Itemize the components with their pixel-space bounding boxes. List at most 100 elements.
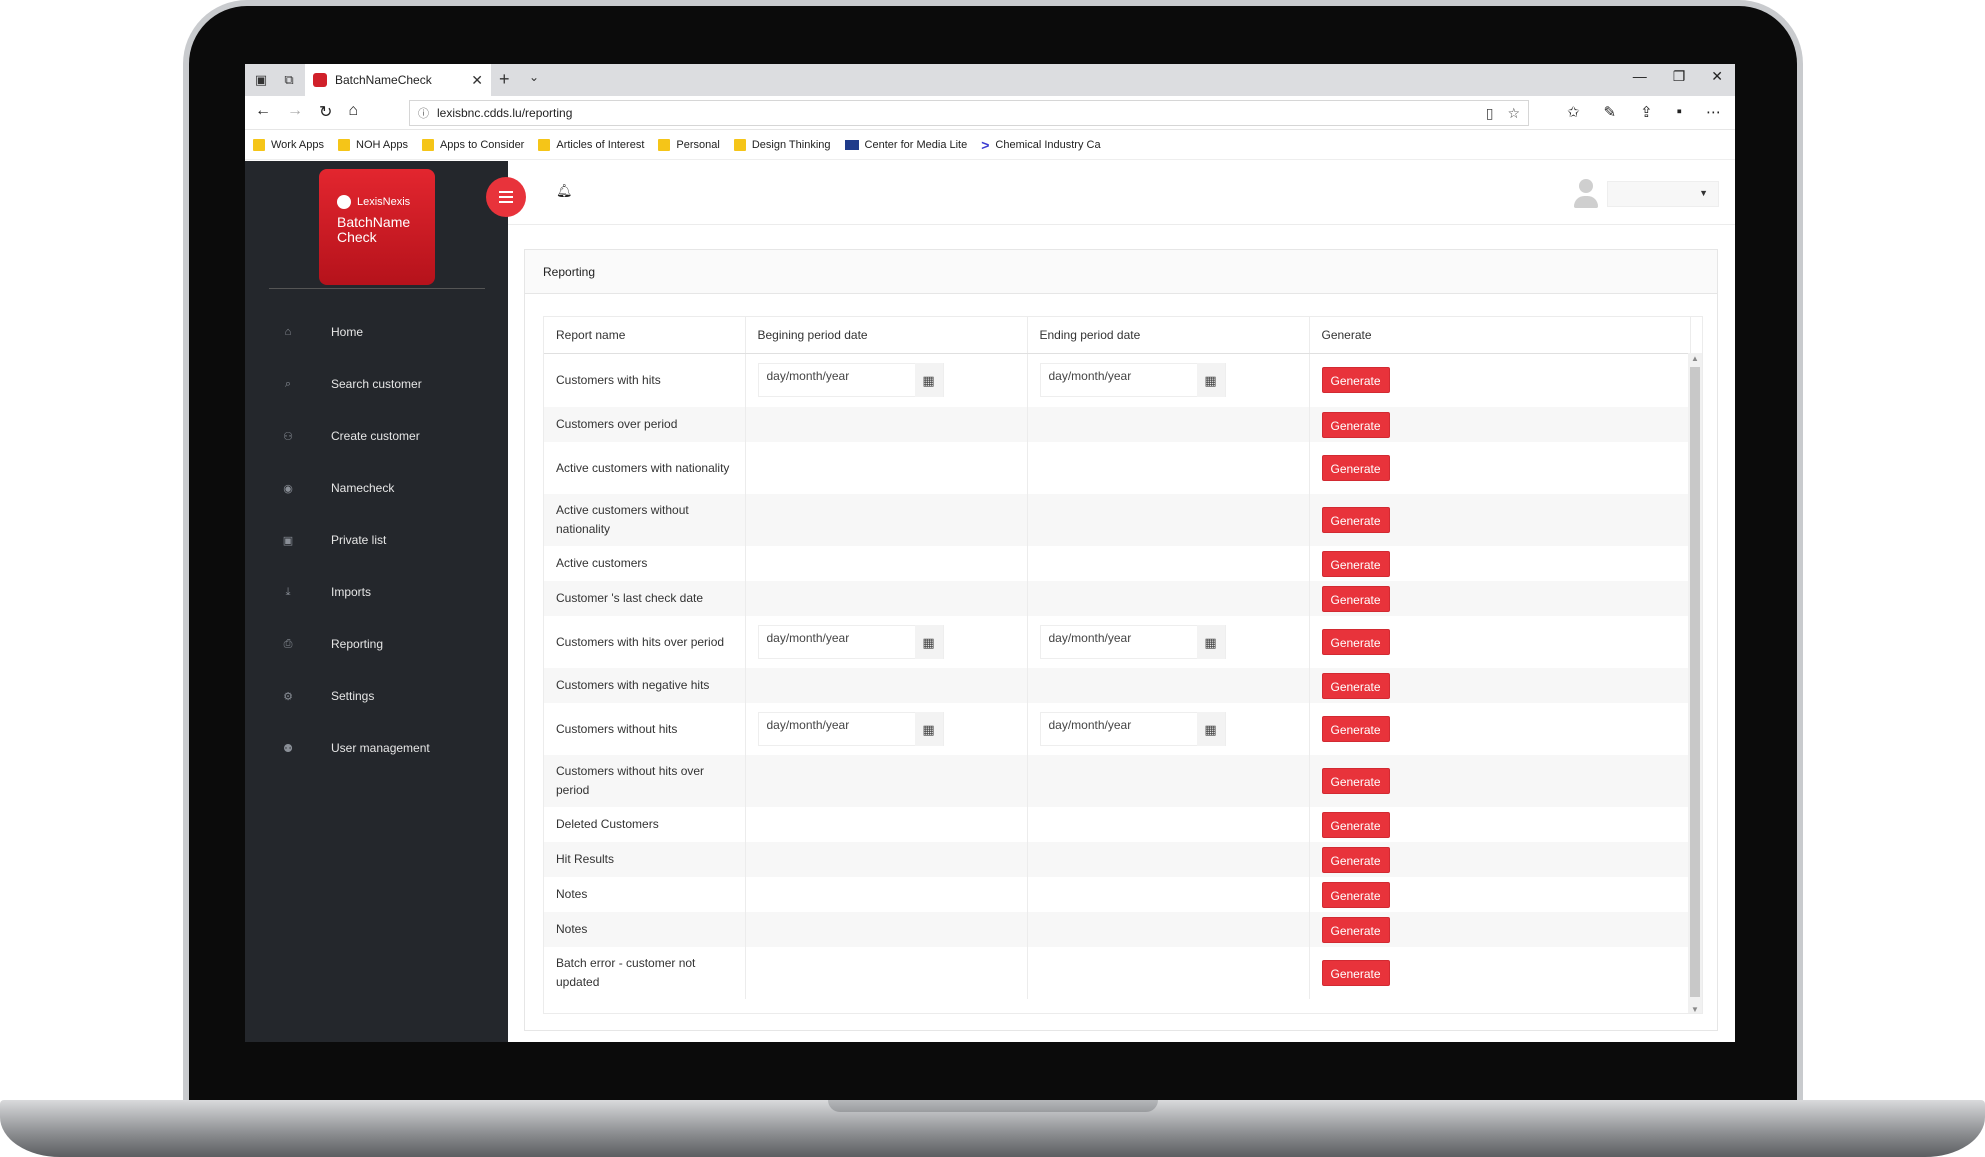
generate-button[interactable]: Generate	[1321, 550, 1390, 577]
bookmark-chemical-industry[interactable]: > Chemical Industry Ca	[981, 137, 1100, 153]
home-browser-icon[interactable]: ⌂	[348, 102, 358, 122]
table-row: Customers with hits over period day/month…	[544, 616, 1691, 668]
generate-button[interactable]: Generate	[1321, 455, 1390, 481]
bell-icon[interactable]: 🔔︎	[556, 183, 573, 199]
calendar-icon[interactable]: ▦	[914, 363, 943, 398]
generate-button[interactable]: Generate	[1321, 585, 1390, 612]
restore-icon[interactable]: ❐	[1673, 68, 1686, 85]
bookmark-personal[interactable]: Personal	[658, 138, 720, 151]
calendar-icon[interactable]: ▦	[914, 625, 943, 659]
user-dropdown[interactable]: ▼	[1607, 181, 1719, 207]
report-table-wrapper: Report name Begining period date Ending …	[543, 316, 1703, 1014]
report-name-cell: Customers over period	[544, 407, 746, 442]
sidebar-item-namecheck[interactable]: ◉ Namecheck	[245, 462, 508, 514]
app-logo[interactable]: LexisNexis BatchName Check	[319, 169, 435, 285]
end-date-cell: day/month/year ▦	[1027, 616, 1310, 668]
url-bar[interactable]: ⓘ lexisbnc.cdds.lu/reporting ▯ ☆	[409, 100, 1529, 126]
bookmark-apps-to-consider[interactable]: Apps to Consider	[421, 138, 524, 151]
end-date-cell	[1027, 494, 1310, 546]
generate-button[interactable]: Generate	[1321, 672, 1390, 699]
sidebar-item-imports[interactable]: ⤓ Imports	[245, 566, 508, 618]
sidebar-item-create-customer[interactable]: ⚇ Create customer	[245, 410, 508, 462]
generate-button[interactable]: Generate	[1321, 916, 1390, 943]
generate-button[interactable]: Generate	[1321, 507, 1390, 533]
generate-cell: Generate	[1309, 755, 1691, 807]
report-name-cell: Deleted Customers	[544, 807, 746, 842]
site-info-icon[interactable]: ⓘ	[418, 105, 429, 121]
end-date-cell	[1027, 755, 1310, 807]
generate-button[interactable]: Generate	[1321, 367, 1390, 394]
avatar[interactable]	[1573, 179, 1599, 211]
refresh-icon[interactable]: ↻	[319, 102, 332, 122]
browser-tab-bar: ▣ ⧉ BatchNameCheck ✕ + ⌄ — ❐ ✕	[245, 64, 1735, 96]
bookmark-work-apps[interactable]: Work Apps	[253, 138, 324, 151]
sidebar-item-label: Search customer	[331, 377, 422, 391]
sidebar-item-private-list[interactable]: ▣ Private list	[245, 514, 508, 566]
end-date-input[interactable]: day/month/year ▦	[1039, 363, 1226, 398]
begin-date-input[interactable]: day/month/year ▦	[757, 712, 944, 746]
generate-button[interactable]: Generate	[1321, 881, 1390, 908]
calendar-icon[interactable]: ▦	[1196, 625, 1225, 659]
tab-actions-icon[interactable]: ▣	[251, 70, 271, 90]
begin-date-input[interactable]: day/month/year ▦	[757, 363, 944, 398]
bookmark-center-for-media[interactable]: Center for Media Lite	[844, 138, 968, 151]
calendar-icon[interactable]: ▦	[1196, 712, 1225, 746]
report-name-cell: Customers with hits	[544, 353, 746, 407]
sidebar-item-reporting[interactable]: ⎙ Reporting	[245, 618, 508, 670]
end-date-input[interactable]: day/month/year ▦	[1039, 712, 1226, 746]
tab-close-icon[interactable]: ✕	[471, 72, 483, 89]
url-text[interactable]: lexisbnc.cdds.lu/reporting	[437, 106, 1478, 120]
tab-list-icon[interactable]: ⌄	[529, 70, 539, 84]
column-header-begin-date: Begining period date	[745, 317, 1028, 354]
bookmark-noh-apps[interactable]: NOH Apps	[338, 138, 408, 151]
scroll-down-icon[interactable]: ▼	[1691, 1005, 1699, 1013]
browser-tab[interactable]: BatchNameCheck ✕	[305, 64, 491, 96]
generate-cell: Generate	[1309, 616, 1691, 668]
report-name-cell: Customer 's last check date	[544, 581, 746, 616]
pen-icon[interactable]: ✎	[1604, 103, 1617, 121]
favorites-icon[interactable]: ✩	[1567, 103, 1580, 121]
date-placeholder: day/month/year	[1048, 368, 1132, 383]
bookmark-articles[interactable]: Articles of Interest	[538, 138, 644, 151]
report-table: Report name Begining period date Ending …	[544, 317, 1691, 999]
sidebar-item-label: Namecheck	[331, 481, 395, 495]
scrollbar-thumb[interactable]	[1690, 367, 1700, 997]
report-name-cell: Customers without hits over period	[544, 755, 746, 807]
print-icon: ⎙	[283, 637, 293, 650]
generate-button[interactable]: Generate	[1321, 960, 1390, 986]
table-row: Customers without hits over period Genera…	[544, 755, 1691, 807]
calendar-icon[interactable]: ▦	[1196, 363, 1225, 398]
share-icon[interactable]: ⇪	[1640, 103, 1653, 121]
generate-button[interactable]: Generate	[1321, 411, 1390, 438]
generate-button[interactable]: Generate	[1321, 768, 1390, 794]
generate-button[interactable]: Generate	[1321, 716, 1390, 742]
back-icon[interactable]: ←	[255, 102, 271, 122]
sidebar-item-search-customer[interactable]: ⌕ Search customer	[245, 358, 508, 410]
forward-icon[interactable]: →	[287, 102, 303, 122]
reading-view-icon[interactable]: ▯	[1486, 105, 1494, 122]
begin-date-input[interactable]: day/month/year ▦	[757, 625, 944, 659]
scroll-up-icon[interactable]: ▲	[1691, 354, 1699, 363]
minimize-icon[interactable]: —	[1633, 68, 1647, 85]
calendar-icon[interactable]: ▦	[914, 712, 943, 746]
table-scrollbar[interactable]: ▲ ▼	[1688, 353, 1702, 1013]
close-window-icon[interactable]: ✕	[1711, 68, 1723, 85]
sidebar-item-home[interactable]: ⌂ Home	[245, 306, 508, 358]
end-date-input[interactable]: day/month/year ▦	[1039, 625, 1226, 659]
report-name-cell: Notes	[544, 912, 746, 947]
generate-button[interactable]: Generate	[1321, 846, 1390, 873]
generate-button[interactable]: Generate	[1321, 811, 1390, 838]
more-icon[interactable]: ⋯	[1706, 103, 1721, 121]
sidebar-item-user-management[interactable]: ⚉ User management	[245, 722, 508, 774]
chevron-icon: >	[981, 136, 990, 153]
set-aside-tabs-icon[interactable]: ⧉	[279, 70, 299, 90]
extension-icon[interactable]: ▪	[1677, 103, 1682, 121]
hamburger-menu-icon[interactable]	[486, 177, 526, 217]
bookmark-label: Center for Media Lite	[864, 138, 968, 151]
bookmark-label: Chemical Industry Ca	[995, 138, 1101, 151]
sidebar-item-settings[interactable]: ⚙ Settings	[245, 670, 508, 722]
new-tab-icon[interactable]: +	[499, 69, 510, 90]
favorite-star-icon[interactable]: ☆	[1507, 105, 1520, 122]
generate-button[interactable]: Generate	[1321, 629, 1390, 655]
bookmark-design-thinking[interactable]: Design Thinking	[733, 138, 831, 151]
